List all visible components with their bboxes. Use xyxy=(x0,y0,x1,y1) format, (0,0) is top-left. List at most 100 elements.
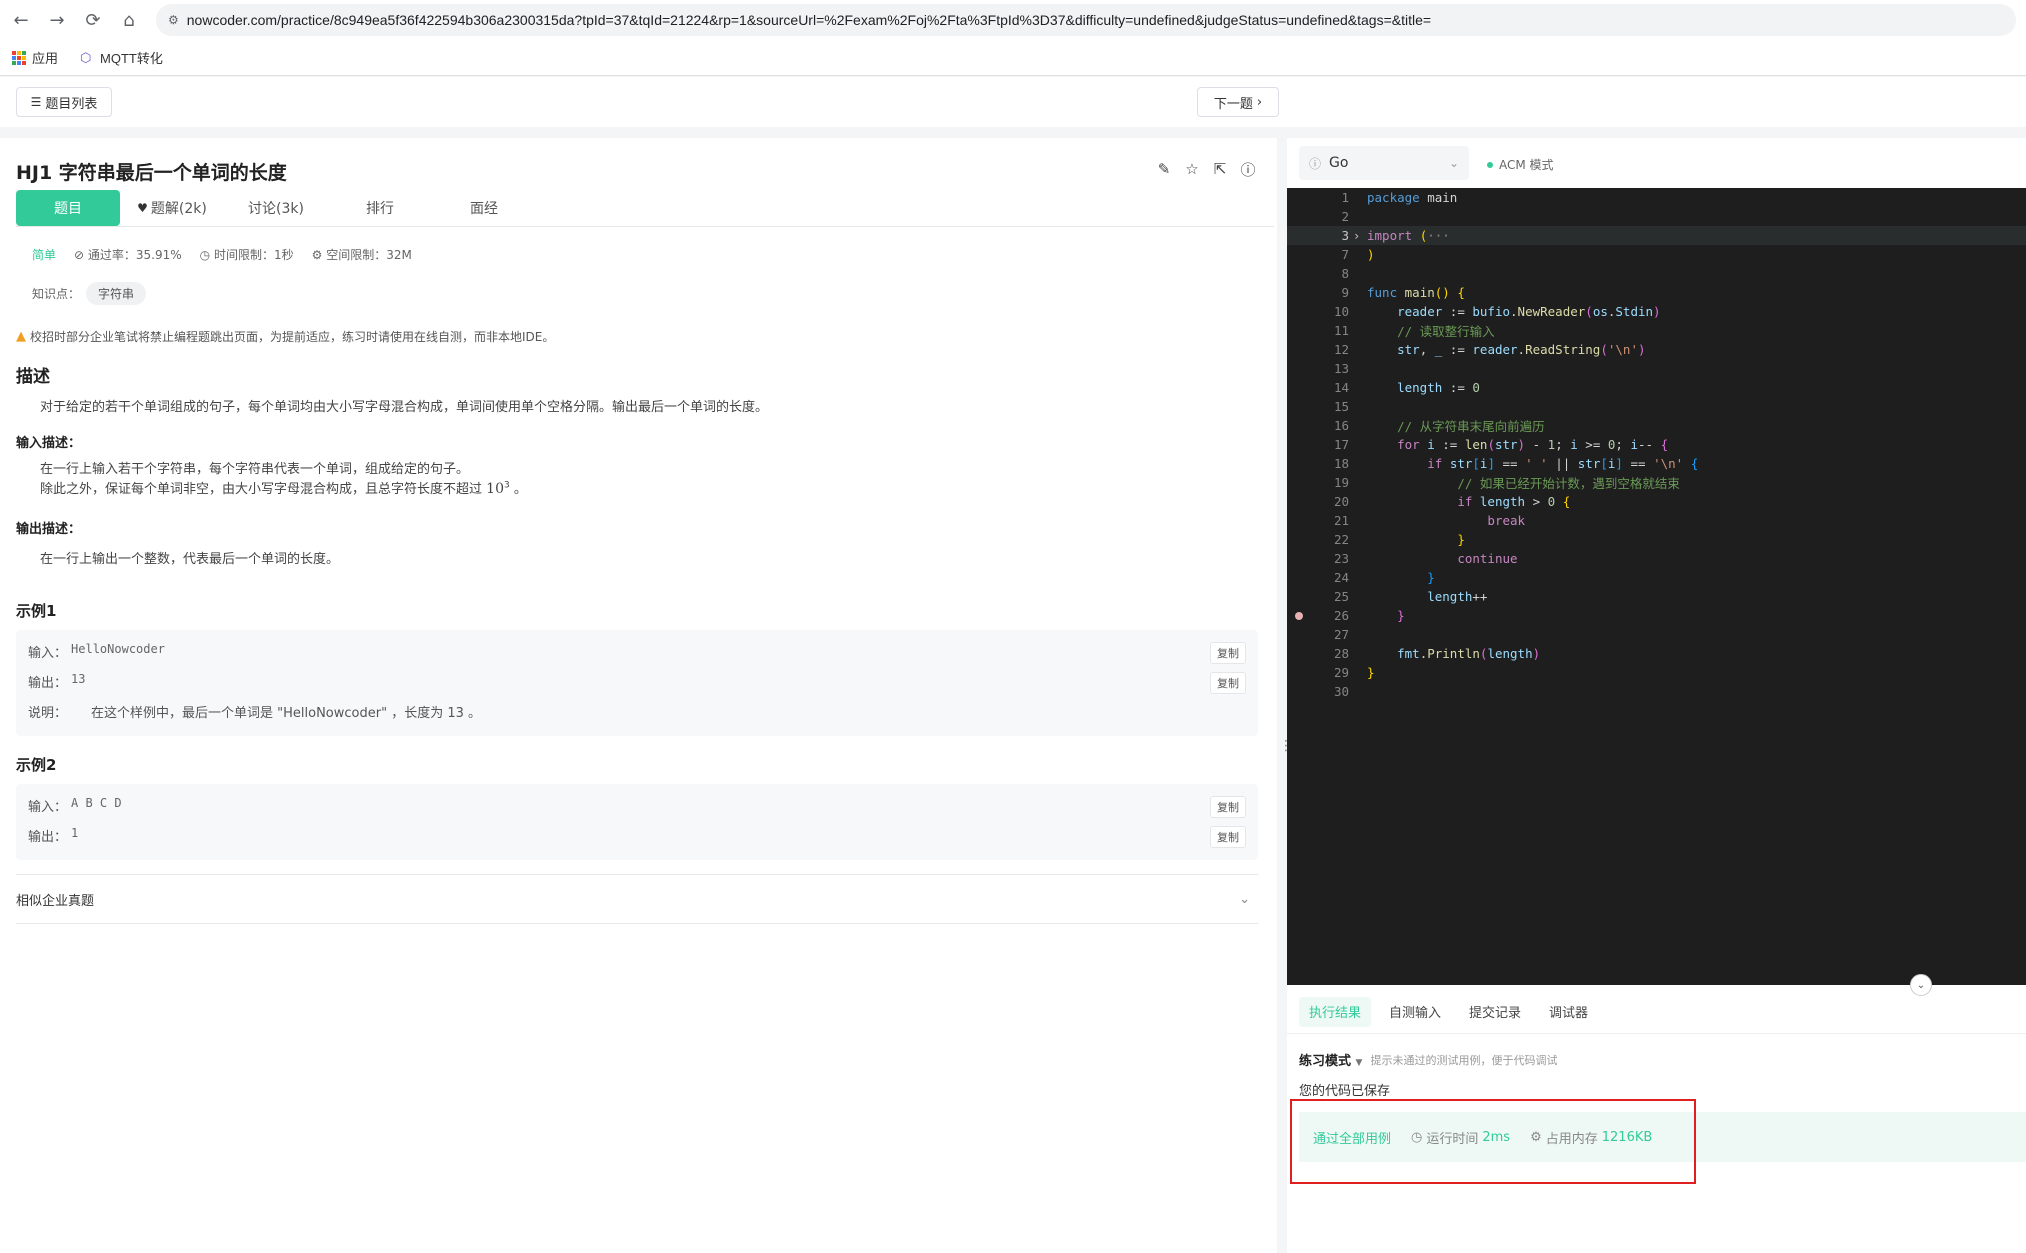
code-editor[interactable]: 1 package main 2 3 › import (··· 7) 8 9 func… xyxy=(1287,188,2026,985)
copy-button[interactable]: 复制 xyxy=(1210,642,1246,664)
input-desc-line1: 在一行上输入若干个字符串，每个字符串代表一个单词，组成给定的句子。 xyxy=(40,462,470,477)
code-line: 25 length++ xyxy=(1333,589,1488,604)
home-icon[interactable]: ⌂ xyxy=(114,5,144,35)
tab-solutions[interactable]: ♥ 题解(2k) xyxy=(120,190,224,226)
site-info-icon[interactable]: ⚙ xyxy=(168,13,179,27)
code-line: 15 xyxy=(1333,399,1349,414)
code-line: 11 // 读取整行输入 xyxy=(1333,323,1495,339)
example2-output: 输出： 1 xyxy=(28,826,79,845)
info-icon: ⓘ xyxy=(1309,156,1322,171)
description-heading: 描述 xyxy=(16,367,50,387)
warning-icon: ▲ xyxy=(16,329,26,344)
tab-execution-result[interactable]: 执行结果 xyxy=(1299,996,1372,1027)
url-text: nowcoder.com/practice/8c949ea5f36f422594… xyxy=(186,12,1432,28)
space-limit: ⚙ 空间限制：32M xyxy=(311,248,412,262)
problem-meta: 简单 ⊘ 通过率：35.91% ◷ 时间限制：1秒 ⚙ 空间限制：32M xyxy=(32,246,412,263)
address-bar[interactable]: ⚙ nowcoder.com/practice/8c949ea5f36f4225… xyxy=(156,4,2016,36)
code-line: 10 reader := bufio.NewReader(os.Stdin) xyxy=(1333,304,1661,319)
next-problem-button[interactable]: 下一题 › xyxy=(1197,87,1279,117)
code-line: 20 if length > 0 { xyxy=(1333,494,1571,509)
code-line: 23 continue xyxy=(1333,551,1518,566)
code-line: 2 xyxy=(1341,209,1349,224)
back-icon[interactable]: ← xyxy=(6,5,36,35)
code-line: 13 xyxy=(1333,361,1349,376)
tab-problem[interactable]: 题目 xyxy=(16,190,120,226)
clock-icon: ◷ xyxy=(199,248,211,262)
bookmark-label: MQTT转化 xyxy=(100,51,163,66)
example2-input: 输入： A B C D xyxy=(28,796,122,815)
code-line: 14 length := 0 xyxy=(1333,380,1480,395)
time-limit: ◷ 时间限制：1秒 xyxy=(199,248,294,262)
tab-ranking[interactable]: 排行 xyxy=(328,190,432,226)
input-heading: 输入描述： xyxy=(16,436,82,451)
tab-discussion[interactable]: 讨论(3k) xyxy=(224,190,328,226)
fold-chevron-icon[interactable]: › xyxy=(1353,229,1360,243)
chevron-down-icon: ⌄ xyxy=(1448,156,1459,170)
language-select[interactable]: ⓘ Go ⌄ xyxy=(1299,146,1469,180)
example1-box: 输入： HelloNowcoder 复制 输出： 13 复制 说明： 在这个样例中，… xyxy=(16,630,1258,736)
code-line: 27 xyxy=(1333,627,1349,642)
caret-down-icon: ▼ xyxy=(1355,1058,1363,1068)
highlight-frame xyxy=(1290,1099,1696,1184)
practice-mode-dropdown[interactable]: 练习模式 ▼ xyxy=(1299,1050,1362,1069)
knowledge-points: 知识点： 字符串 xyxy=(32,282,147,305)
mode-dot xyxy=(1487,161,1493,168)
browser-toolbar: ← → ⟳ ⌂ ⚙ nowcoder.com/practice/8c949ea5… xyxy=(0,0,2026,40)
problem-list-button[interactable]: ☰ 题目列表 xyxy=(16,87,112,117)
apps-grid-icon xyxy=(12,50,26,65)
acm-mode[interactable]: ACM 模式 xyxy=(1487,156,1554,173)
chevron-down-icon: ⌄ xyxy=(1239,891,1250,907)
check-circle-icon: ⊘ xyxy=(74,248,85,262)
description-text: 对于给定的若干个单词组成的句子，每个单词均由大小写字母混合构成，单词间使用单个空… xyxy=(40,400,769,415)
input-desc-line2: 除此之外，保证每个单词非空，由大小写字母混合构成，且总字符长度不超过 103 。 xyxy=(40,480,527,497)
output-desc: 在一行上输出一个整数，代表最后一个单词的长度。 xyxy=(40,552,340,567)
memory-icon: ⚙ xyxy=(311,248,323,262)
copy-button[interactable]: 复制 xyxy=(1210,672,1246,694)
difficulty-badge: 简单 xyxy=(32,248,57,262)
copy-button[interactable]: 复制 xyxy=(1210,826,1246,848)
page-topbar: ☰ 题目列表 下一题 › xyxy=(0,77,2026,127)
copy-button[interactable]: 复制 xyxy=(1210,796,1246,818)
code-line: 17 for i := len(str) - 1; i >= 0; i-- { xyxy=(1333,437,1669,452)
panel-splitter[interactable]: ⋮ xyxy=(1277,138,1293,1253)
example1-explain: 说明： 在这个样例中，最后一个单词是 "HelloNowcoder" ，长度为 … xyxy=(28,706,482,721)
star-icon[interactable]: ☆ xyxy=(1183,160,1201,178)
tab-interview[interactable]: 面经 xyxy=(432,190,536,226)
code-line: 30 xyxy=(1333,684,1349,699)
code-line: 18 if str[i] == ' ' || str[i] == '\n' { xyxy=(1333,456,1699,471)
problem-panel: HJ1 字符串最后一个单词的长度 ✎ ☆ ⇱ ⓘ 题目 ♥ 题解(2k) 讨论(… xyxy=(0,138,1277,1253)
share-icon[interactable]: ⇱ xyxy=(1211,160,1229,178)
code-line: 1 package main xyxy=(1341,190,1458,205)
math-base: 10 xyxy=(486,481,504,497)
code-line: 12 str, _ := reader.ReadString('\n') xyxy=(1333,342,1646,357)
tab-submissions[interactable]: 提交记录 xyxy=(1459,997,1531,1027)
code-line: 7) xyxy=(1341,247,1375,262)
breakpoint-icon[interactable] xyxy=(1295,611,1303,620)
title-actions: ✎ ☆ ⇱ ⓘ xyxy=(1155,160,1257,179)
editor-header: ⓘ Go ⌄ ACM 模式 xyxy=(1287,138,2026,188)
reload-icon[interactable]: ⟳ xyxy=(78,5,108,35)
warning-notice: ▲ 校招时部分企业笔试将禁止编程题跳出页面，为提前适应，练习时请使用在线自测，而… xyxy=(16,329,555,344)
code-line: 3 › import (··· xyxy=(1287,226,2026,245)
code-line: 9 func main() { xyxy=(1341,285,1465,300)
bookmark-label: 应用 xyxy=(32,51,59,66)
tab-custom-input[interactable]: 自测输入 xyxy=(1379,997,1451,1027)
info-icon[interactable]: ⓘ xyxy=(1239,160,1257,179)
code-line: 26 } xyxy=(1287,606,2026,625)
code-line: 22 } xyxy=(1333,532,1465,547)
solution-badge-icon: ♥ xyxy=(137,201,148,215)
knowledge-tag[interactable]: 字符串 xyxy=(86,282,147,305)
math-exponent: 3 xyxy=(503,480,510,491)
edit-icon[interactable]: ✎ xyxy=(1155,160,1173,178)
similar-questions-row[interactable]: 相似企业真题 ⌄ xyxy=(16,874,1258,924)
forward-icon[interactable]: → xyxy=(42,5,72,35)
bookmark-apps[interactable]: 应用 xyxy=(12,48,58,67)
editor-panel: ⓘ Go ⌄ ACM 模式 1 package main 2 3 › import (… xyxy=(1287,138,2026,1253)
tab-debugger[interactable]: 调试器 xyxy=(1539,997,1598,1027)
example1-input: 输入： HelloNowcoder xyxy=(28,642,165,661)
result-tabs: 执行结果 自测输入 提交记录 调试器 xyxy=(1287,990,2026,1034)
list-icon: ☰ xyxy=(30,95,42,109)
saved-status: 您的代码已保存 xyxy=(1299,1084,1391,1099)
bookmark-mqtt[interactable]: ⬡ MQTT转化 xyxy=(80,48,163,67)
practice-hint: 提示未通过的测试用例，便于代码调试 xyxy=(1370,1053,1558,1067)
